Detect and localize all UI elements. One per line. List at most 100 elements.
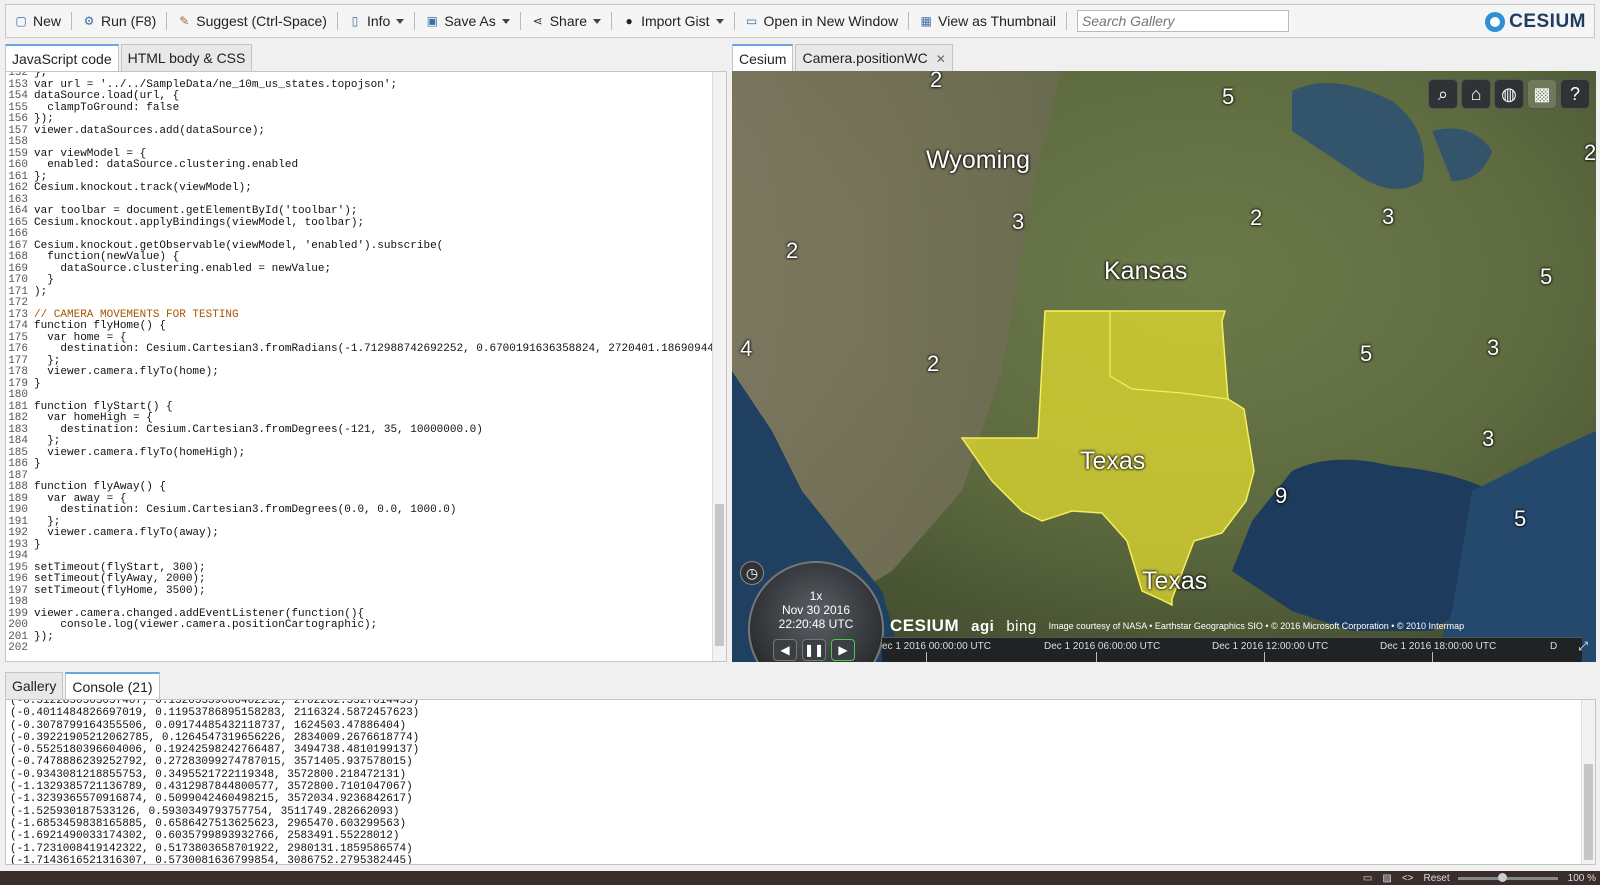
cesium-viewer[interactable]: Wyoming Kansas Texas Texas 2 5 2 3 2 3 2… [732, 71, 1596, 662]
agi-credit-logo[interactable]: agi [971, 618, 994, 635]
cluster-count[interactable]: 2 [927, 351, 939, 377]
tab-javascript-code[interactable]: JavaScript code [5, 44, 119, 71]
code-line[interactable]: 165 Cesium.knockout.applyBindings(viewMod… [6, 217, 712, 230]
code-line[interactable]: 185 viewer.camera.flyTo(homeHigh); [6, 447, 712, 460]
cluster-count[interactable]: 5 [1360, 341, 1372, 367]
code-icon[interactable]: <> [1402, 873, 1414, 884]
code-text: function flyStart() { [34, 400, 173, 413]
help-button[interactable]: ? [1560, 79, 1590, 109]
cluster-count[interactable]: 2 [1584, 140, 1596, 166]
console-scrollbar-thumb[interactable] [1584, 764, 1593, 860]
cluster-count[interactable]: 5 [1222, 84, 1234, 110]
tab-camera-positionwc[interactable]: Camera.positionWC ✕ [795, 44, 953, 71]
code-line[interactable]: 186} [6, 458, 712, 471]
clock-icon[interactable]: ◷ [740, 561, 764, 585]
close-icon[interactable]: ✕ [936, 52, 946, 66]
console-line: (-0.39221905212062785, 0.126454731965622… [10, 731, 420, 744]
save-as-dropdown[interactable]: ▣ Save As [417, 8, 517, 34]
view-thumbnail-button[interactable]: ▦ View as Thumbnail [911, 8, 1064, 34]
console-panel[interactable]: (-0.5122850505057407, 0.1520555908640225… [5, 699, 1596, 865]
zoom-slider[interactable] [1457, 872, 1558, 882]
cluster-count[interactable]: 5 [1540, 264, 1552, 290]
line-number: 178 [8, 366, 28, 378]
code-line[interactable]: 197 setTimeout(flyHome, 3500); [6, 585, 712, 598]
line-number: 168 [8, 251, 28, 263]
cluster-count[interactable]: 2 [786, 238, 798, 264]
code-text: function flyHome() { [34, 320, 167, 332]
tab-console[interactable]: Console (21) [65, 672, 160, 699]
code-line[interactable]: 171); [6, 286, 712, 299]
scene-mode-button[interactable]: ◍ [1494, 79, 1524, 109]
console-line: (-1.7231008419142322, 0.5173803658701922… [10, 842, 413, 855]
code-line[interactable]: 176 destination: Cesium.Cartesian3.fromR… [6, 343, 726, 356]
console-scrollbar[interactable] [1581, 700, 1595, 864]
code-line[interactable]: 157 viewer.dataSources.add(dataSource); [6, 125, 712, 138]
code-line[interactable]: 193} [6, 538, 712, 552]
suggest-button[interactable]: ✎ Suggest (Ctrl-Space) [169, 8, 335, 34]
code-line[interactable]: 179} [6, 378, 712, 391]
code-line[interactable]: 155 clampToGround: false [6, 102, 712, 115]
reset-zoom-button[interactable]: Reset [1424, 873, 1450, 884]
code-line[interactable]: 190 destination: Cesium.Cartesian3.fromD… [6, 504, 712, 517]
animation-speed: 1x [809, 589, 823, 603]
cluster-count[interactable]: 3 [1482, 426, 1494, 452]
line-number: 196 [8, 573, 28, 585]
open-new-window-button[interactable]: ▭ Open in New Window [737, 8, 907, 34]
code-text: Cesium.knockout.getObservable(viewModel,… [34, 239, 444, 252]
code-line[interactable]: 202 [6, 642, 712, 655]
code-line[interactable]: 200 console.log(viewer.camera.positionCa… [6, 619, 712, 632]
geocoder-search-button[interactable]: ⌕ [1428, 79, 1458, 109]
run-button[interactable]: ⚙ Run (F8) [74, 8, 164, 34]
share-dropdown[interactable]: ⋖ Share [523, 8, 609, 34]
code-scrollbar-thumb[interactable] [715, 504, 724, 646]
play-reverse-button[interactable]: ◀ [773, 639, 797, 661]
pause-button[interactable]: ❚❚ [802, 639, 826, 661]
code-scrollbar[interactable] [712, 72, 726, 661]
fullscreen-button[interactable]: ⤢ [1574, 639, 1592, 657]
new-button[interactable]: ▢ New [6, 8, 69, 34]
code-line[interactable]: 160 enabled: dataSource.clustering.enabl… [6, 159, 712, 172]
search-gallery-input[interactable] [1076, 10, 1289, 32]
code-line[interactable]: 192 viewer.camera.flyTo(away); [6, 527, 712, 540]
cluster-count[interactable]: 2 [1250, 205, 1262, 231]
info-dropdown[interactable]: ▯ Info [340, 8, 412, 34]
base-layer-picker-button[interactable]: ▩ [1527, 79, 1557, 109]
cluster-count[interactable]: 3 [1487, 335, 1499, 361]
console-line: (-0.7478886239252792, 0.2728309927478701… [10, 756, 413, 769]
cesium-credit-logo[interactable]: CESIUM [890, 616, 959, 636]
code-text: viewer.camera.flyTo(away); [34, 527, 219, 539]
code-lines[interactable]: 152}; 153 var url = '../../SampleData/ne_1… [6, 72, 726, 655]
tab-cesium[interactable]: Cesium [732, 44, 794, 71]
image-icon[interactable]: ▨ [1382, 873, 1391, 884]
cluster-count[interactable]: 4 [740, 336, 752, 362]
info-document-icon: ▯ [351, 14, 359, 28]
code-line[interactable]: 178 viewer.camera.flyTo(home); [6, 366, 712, 379]
bing-credit-logo[interactable]: bing [1006, 618, 1036, 635]
view-mode-icon[interactable]: ▭ [1363, 873, 1372, 884]
code-editor[interactable]: 152}; 153 var url = '../../SampleData/ne_1… [5, 71, 727, 662]
play-forward-button[interactable]: ▶ [831, 639, 855, 661]
code-line[interactable]: 170 } [6, 274, 712, 287]
code-line[interactable]: 169 dataSource.clustering.enabled = newV… [6, 263, 712, 276]
code-line[interactable]: 183 destination: Cesium.Cartesian3.fromD… [6, 424, 712, 437]
console-line: (-1.6853459838165885, 0.6586427513625623… [10, 817, 407, 830]
console-line: (-1.7143616521316307, 0.5730081636799854… [10, 854, 413, 865]
cluster-count[interactable]: 2 [930, 71, 942, 93]
line-number: 162 [8, 182, 28, 194]
code-line[interactable]: 201}); [6, 631, 712, 644]
import-gist-dropdown[interactable]: ● Import Gist [614, 8, 731, 34]
help-icon: ? [1569, 84, 1580, 104]
console-line: (-1.3239365570916874, 0.5099042460498215… [10, 793, 413, 806]
cluster-count[interactable]: 3 [1012, 209, 1024, 235]
code-line[interactable]: 162 Cesium.knockout.track(viewModel); [6, 182, 712, 195]
cluster-count[interactable]: 9 [1275, 483, 1287, 509]
code-text: } [34, 538, 41, 551]
cluster-count[interactable]: 3 [1382, 204, 1394, 230]
home-button[interactable]: ⌂ [1461, 79, 1491, 109]
tab-gallery[interactable]: Gallery [5, 672, 64, 699]
suggest-button-label: Suggest (Ctrl-Space) [196, 13, 327, 29]
tab-html-body-css[interactable]: HTML body & CSS [120, 44, 253, 71]
timeline[interactable]: ec 1 2016 00:00:00 UTC Dec 1 2016 06:00:… [882, 637, 1582, 662]
cluster-count[interactable]: 5 [1514, 506, 1526, 532]
import-gist-label: Import Gist [641, 13, 710, 29]
